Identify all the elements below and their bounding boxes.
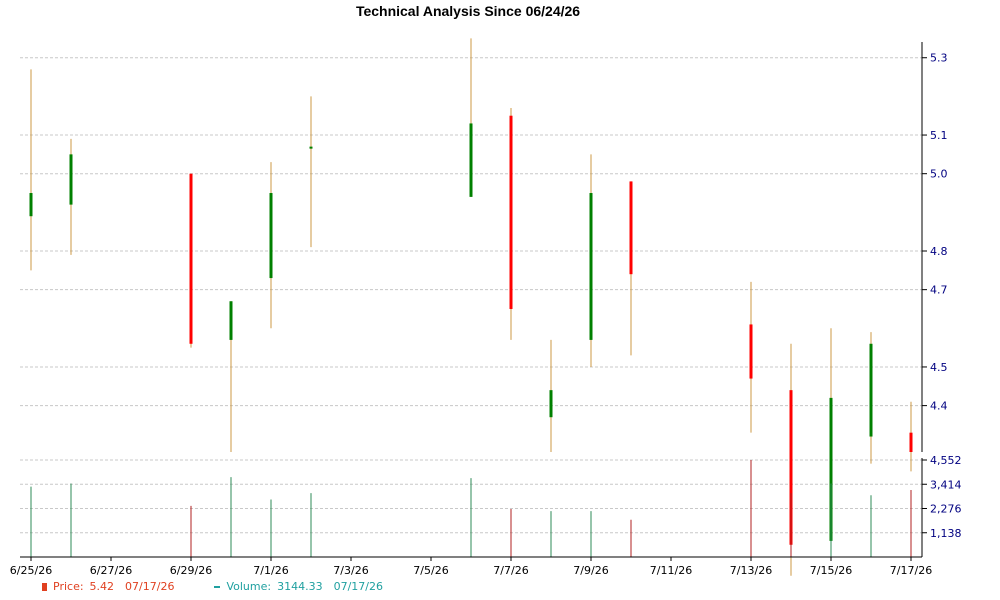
candle-body <box>509 115 513 309</box>
candle-body <box>589 193 593 340</box>
legend-volume: Volume: 3144.33 07/17/26 <box>214 580 383 593</box>
date-tick-label: 7/3/26 <box>333 564 368 577</box>
volume-tick-label: 1,138 <box>930 527 962 540</box>
price-swatch <box>42 582 47 591</box>
candle-body <box>229 301 233 340</box>
date-tick-label: 7/7/26 <box>493 564 528 577</box>
legend-price-date: 07/17/26 <box>125 580 175 593</box>
price-axis-ticks: 4.4 4.5 4.7 4.8 5.0 5.1 5.3 <box>922 52 948 413</box>
price-tick-label: 5.1 <box>930 129 948 142</box>
volume-tick-label: 3,414 <box>930 478 962 491</box>
candle-body <box>29 193 33 217</box>
candle-body <box>549 390 553 418</box>
date-tick-label: 6/25/26 <box>10 564 52 577</box>
volume-tick-label: 4,552 <box>930 454 962 467</box>
date-tick-label: 7/17/26 <box>890 564 932 577</box>
legend-price-label: Price: <box>53 580 84 593</box>
date-tick-label: 7/11/26 <box>650 564 692 577</box>
legend-volume-value: 3144.33 <box>277 580 323 593</box>
chart-legend: Price: 5.42 07/17/26 Volume: 3144.33 07/… <box>42 580 383 593</box>
price-tick-label: 4.7 <box>930 284 948 297</box>
price-tick-label: 5.3 <box>930 52 948 65</box>
technical-analysis-chart: Technical Analysis Since 06/24/26 4.4 4.5… <box>10 3 962 577</box>
candle-body <box>469 123 473 197</box>
date-tick-label: 6/27/26 <box>90 564 132 577</box>
candle-body <box>749 324 753 379</box>
chart-title: Technical Analysis Since 06/24/26 <box>356 3 580 19</box>
date-axis-ticks: 6/25/26 6/27/26 6/29/26 7/1/26 7/3/26 7/5/26 7… <box>10 557 932 577</box>
date-tick-label: 7/5/26 <box>413 564 448 577</box>
volume-swatch <box>214 585 221 588</box>
volume-tick-label: 2,276 <box>930 503 962 516</box>
legend-volume-label: Volume: <box>226 580 272 593</box>
date-tick-label: 7/9/26 <box>573 564 608 577</box>
candle-body <box>189 173 193 344</box>
candle-body <box>869 343 873 437</box>
candle-body <box>269 193 273 279</box>
price-tick-label: 4.8 <box>930 245 948 258</box>
price-tick-label: 4.4 <box>930 400 948 413</box>
candle-body <box>909 432 913 452</box>
price-tick-label: 5.0 <box>930 168 948 181</box>
candle-body <box>629 181 633 275</box>
legend-price-value: 5.42 <box>89 580 115 593</box>
date-tick-label: 7/1/26 <box>253 564 288 577</box>
legend-price: Price: 5.42 07/17/26 <box>42 580 174 593</box>
price-tick-label: 4.5 <box>930 361 948 374</box>
candle-body <box>69 154 73 205</box>
date-tick-label: 6/29/26 <box>170 564 212 577</box>
legend-volume-date: 07/17/26 <box>333 580 383 593</box>
volume-axis-ticks: 1,138 2,276 3,414 4,552 <box>922 454 962 540</box>
date-tick-label: 7/13/26 <box>730 564 772 577</box>
date-tick-label: 7/15/26 <box>810 564 852 577</box>
candle-body <box>309 146 313 149</box>
